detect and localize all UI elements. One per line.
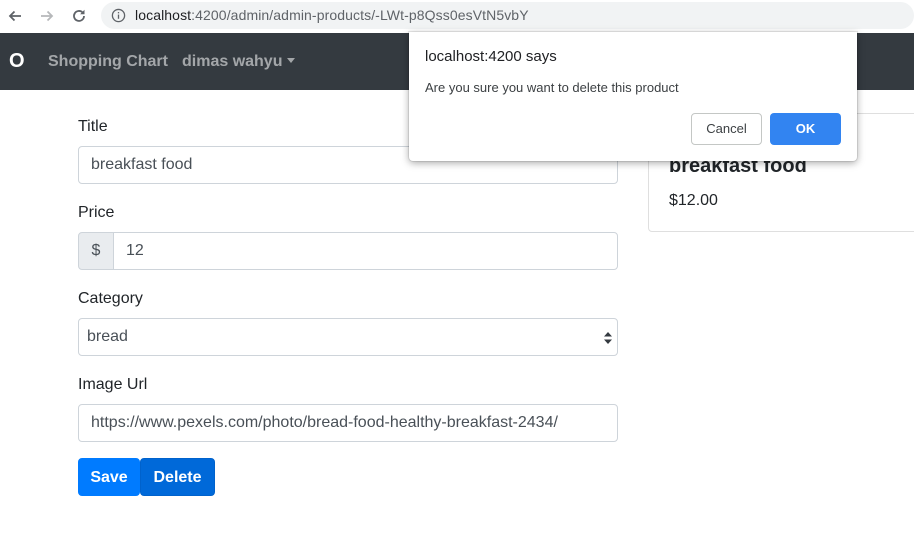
dialog-title: localhost:4200 says [425,48,557,65]
category-select[interactable]: bread [78,318,618,356]
url-host: localhost [135,7,192,23]
reload-icon[interactable] [69,6,89,26]
dialog-cancel-button[interactable]: Cancel [691,113,762,145]
dialog-ok-button[interactable]: OK [770,113,841,145]
browser-toolbar: localhost:4200/admin/admin-products/-LWt… [0,0,914,33]
category-label: Category [78,290,143,307]
back-icon[interactable] [5,6,25,26]
info-icon[interactable] [111,8,126,23]
user-menu-dropdown[interactable]: dimas wahyu [182,52,296,72]
title-label: Title [78,118,108,135]
url-path: :4200/admin/admin-products/-LWt-p8Qss0es… [191,7,529,23]
dialog-message: Are you sure you want to delete this pro… [425,80,679,95]
forward-icon[interactable] [37,6,57,26]
user-menu-label: dimas wahyu [182,53,283,70]
caret-down-icon [287,58,296,63]
category-selected-value: bread [87,328,128,345]
price-label: Price [78,204,115,221]
image-url-label: Image Url [78,376,148,393]
confirm-dialog: localhost:4200 says Are you sure you wan… [409,32,857,161]
price-input[interactable]: 12 [113,232,618,270]
url-text: localhost:4200/admin/admin-products/-LWt… [135,7,529,24]
price-prefix: $ [78,232,114,270]
image-url-input[interactable]: https://www.pexels.com/photo/bread-food-… [78,404,618,442]
nav-link-shopping-chart[interactable]: Shopping Chart [48,52,168,72]
address-bar[interactable]: localhost:4200/admin/admin-products/-LWt… [101,2,914,29]
save-button[interactable]: Save [78,458,140,496]
brand-logo[interactable]: O [9,50,25,72]
delete-button[interactable]: Delete [140,458,215,496]
preview-price: $12.00 [669,192,718,209]
select-arrows-icon [604,332,612,344]
